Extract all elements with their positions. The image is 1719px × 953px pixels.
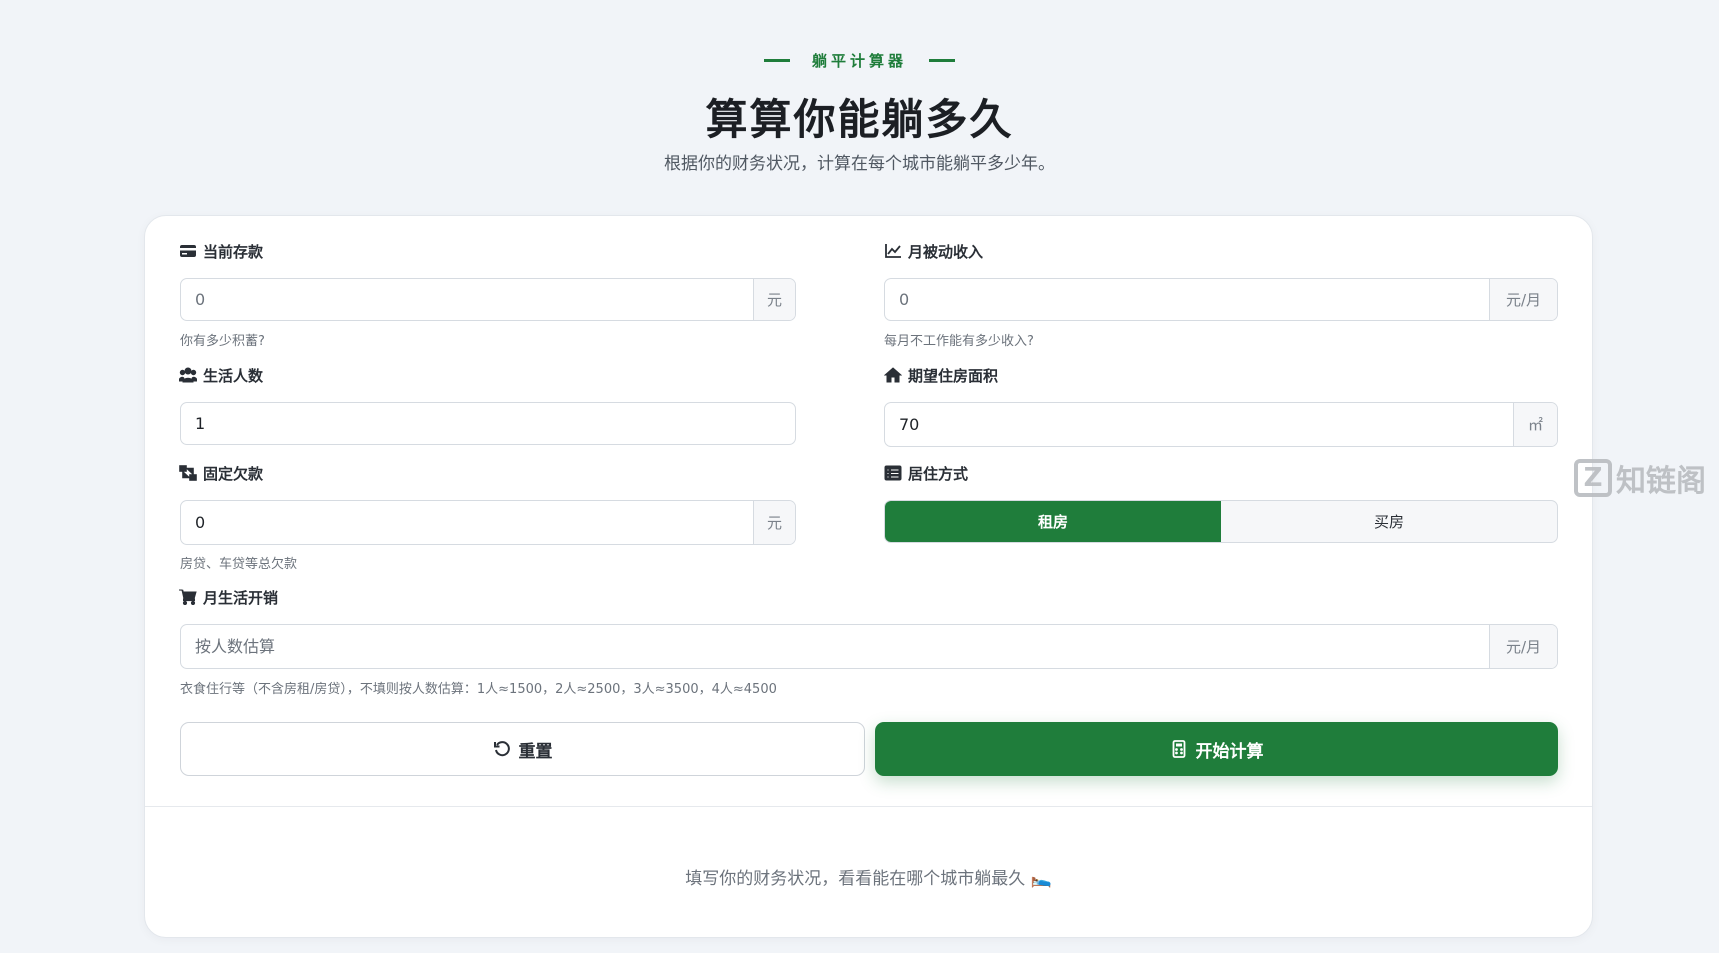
passive-income-hint: 每月不工作能有多少收入? [884,334,1034,349]
people-label: 生活人数 [203,366,264,385]
people-label-row: 生活人数 [179,364,263,386]
sitemap-icon [179,465,197,481]
eyebrow: 躺平计算器 [0,50,1719,71]
savings-label-row: 当前存款 [179,240,263,262]
result-divider [145,806,1592,807]
debt-input-group: 元 [180,500,796,545]
users-icon [179,367,197,383]
area-label-row: 期望住房面积 [884,364,998,386]
passive-income-label: 月被动收入 [908,242,984,261]
people-input[interactable] [181,403,795,444]
home-icon [884,367,902,383]
expense-label: 月生活开销 [203,588,279,607]
page-subtitle: 根据你的财务状况，计算在每个城市能躺平多少年。 [664,154,1055,174]
eyebrow-text: 躺平计算器 [811,52,907,70]
debt-hint: 房贷、车贷等总欠款 [180,557,298,572]
result-placeholder: 填写你的财务状况，看看能在哪个城市躺最久 🛌 [685,869,1052,889]
passive-income-label-row: 月被动收入 [884,240,983,262]
cart-icon [179,589,197,605]
expense-unit: 元/月 [1489,625,1557,668]
debt-unit: 元 [753,501,795,544]
expense-hint: 衣食住行等（不含房租/房贷），不填则按人数估算：1人≈1500，2人≈2500，… [180,682,777,697]
undo-icon [493,741,510,757]
list-icon [884,465,902,481]
debt-label-row: 固定欠款 [179,462,263,484]
debt-input[interactable] [181,501,753,544]
calculate-button[interactable]: 开始计算 [875,722,1558,776]
area-input[interactable] [885,403,1513,446]
area-unit: ㎡ [1513,403,1557,446]
watermark-text: 知链阁 [1616,464,1706,499]
passive-income-input-group: 元/月 [884,278,1558,321]
savings-input-group: 元 [180,278,796,321]
savings-label: 当前存款 [203,242,264,261]
passive-income-input[interactable] [885,279,1489,320]
calculate-button-label: 开始计算 [1195,741,1264,762]
reset-button-label: 重置 [518,741,553,762]
passive-income-unit: 元/月 [1489,279,1557,320]
eyebrow-dash-left [763,59,790,62]
watermark-logo: Z 知链阁 [1574,456,1706,500]
savings-input[interactable] [181,279,753,320]
housing-option-rent[interactable]: 租房 [885,501,1221,542]
housing-toggle: 租房 买房 [884,500,1558,543]
expense-input[interactable] [181,625,1489,668]
housing-option-buy[interactable]: 买房 [1221,501,1557,542]
expense-label-row: 月生活开销 [179,586,278,608]
chart-line-icon [885,244,901,258]
credit-card-icon [180,245,196,257]
area-input-group: ㎡ [884,402,1558,447]
savings-hint: 你有多少积蓄? [180,334,265,349]
watermark-z-icon: Z [1574,459,1612,497]
calculator-icon [1172,740,1185,758]
people-input-group [180,402,796,445]
eyebrow-dash-right [929,59,955,62]
calculator-card: 当前存款 元 你有多少积蓄? 月被动收入 元/月 每月不工作能有多少收入? 生活… [144,215,1593,938]
housing-label: 居住方式 [908,464,969,483]
debt-label: 固定欠款 [203,464,264,483]
reset-button[interactable]: 重置 [180,722,865,776]
expense-input-group: 元/月 [180,624,1558,669]
area-label: 期望住房面积 [908,366,999,385]
savings-unit: 元 [753,279,795,320]
page-title: 算算你能躺多久 [705,95,1014,144]
housing-label-row: 居住方式 [884,462,968,484]
